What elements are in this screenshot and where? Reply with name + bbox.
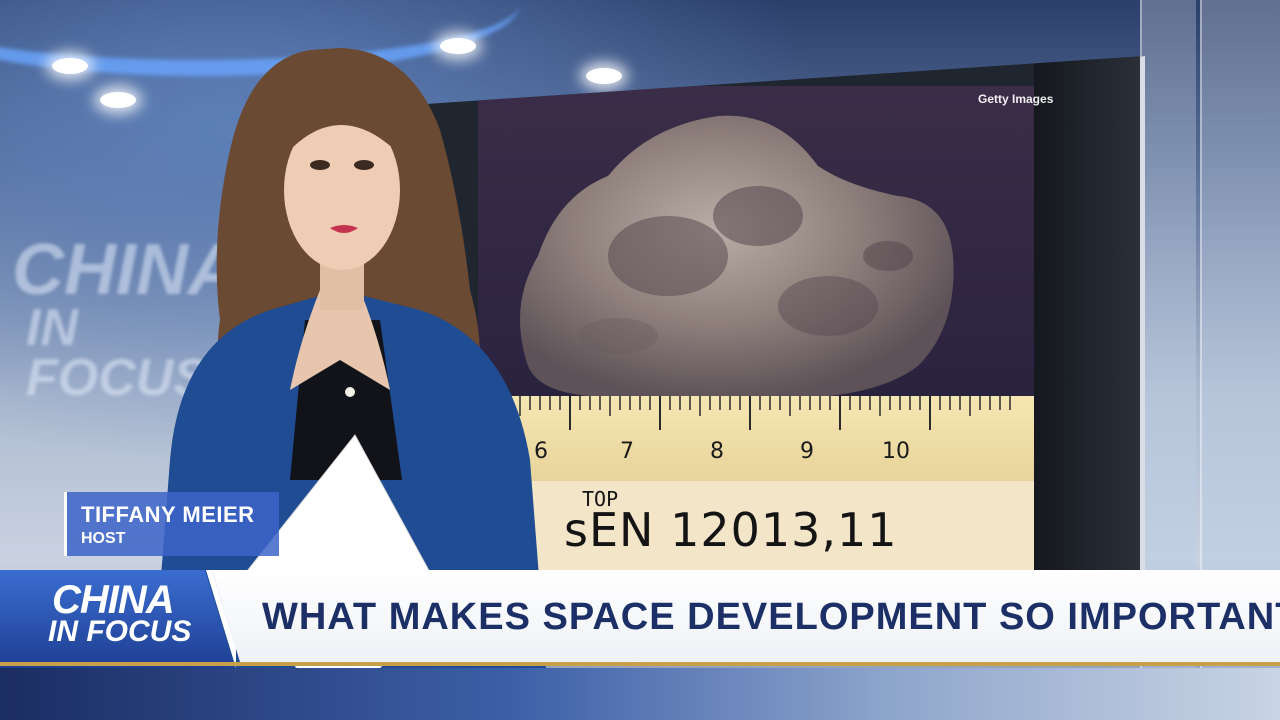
ceiling-light	[52, 58, 88, 74]
ruler-number: 8	[710, 439, 724, 464]
image-credit: Getty Images	[978, 92, 1054, 106]
ceiling-light	[100, 92, 136, 108]
ceiling-light	[586, 68, 622, 84]
studio-floor	[0, 668, 1280, 720]
headline-text: WHAT MAKES SPACE DEVELOPMENT SO IMPORTAN…	[262, 596, 1280, 638]
host-name: TIFFANY MEIER	[81, 502, 255, 527]
accent-stripe	[0, 662, 1280, 666]
show-logo-line2: IN FOCUS	[48, 615, 192, 648]
show-logo-line1: CHINA	[52, 578, 175, 622]
ruler-number: 10	[882, 439, 910, 464]
lower-third-name-tag: TIFFANY MEIER HOST	[64, 492, 279, 556]
host-role: HOST	[81, 530, 126, 547]
lower-third-banner: CHINA IN FOCUS WHAT MAKES SPACE DEVELOPM…	[0, 570, 1280, 668]
sample-tag-id: sEN 12013,11	[564, 503, 898, 557]
ruler-number: 9	[800, 439, 814, 464]
show-logo: CHINA IN FOCUS	[48, 578, 191, 647]
monitor-bezel	[1034, 56, 1140, 576]
ruler-number: 7	[620, 439, 634, 464]
